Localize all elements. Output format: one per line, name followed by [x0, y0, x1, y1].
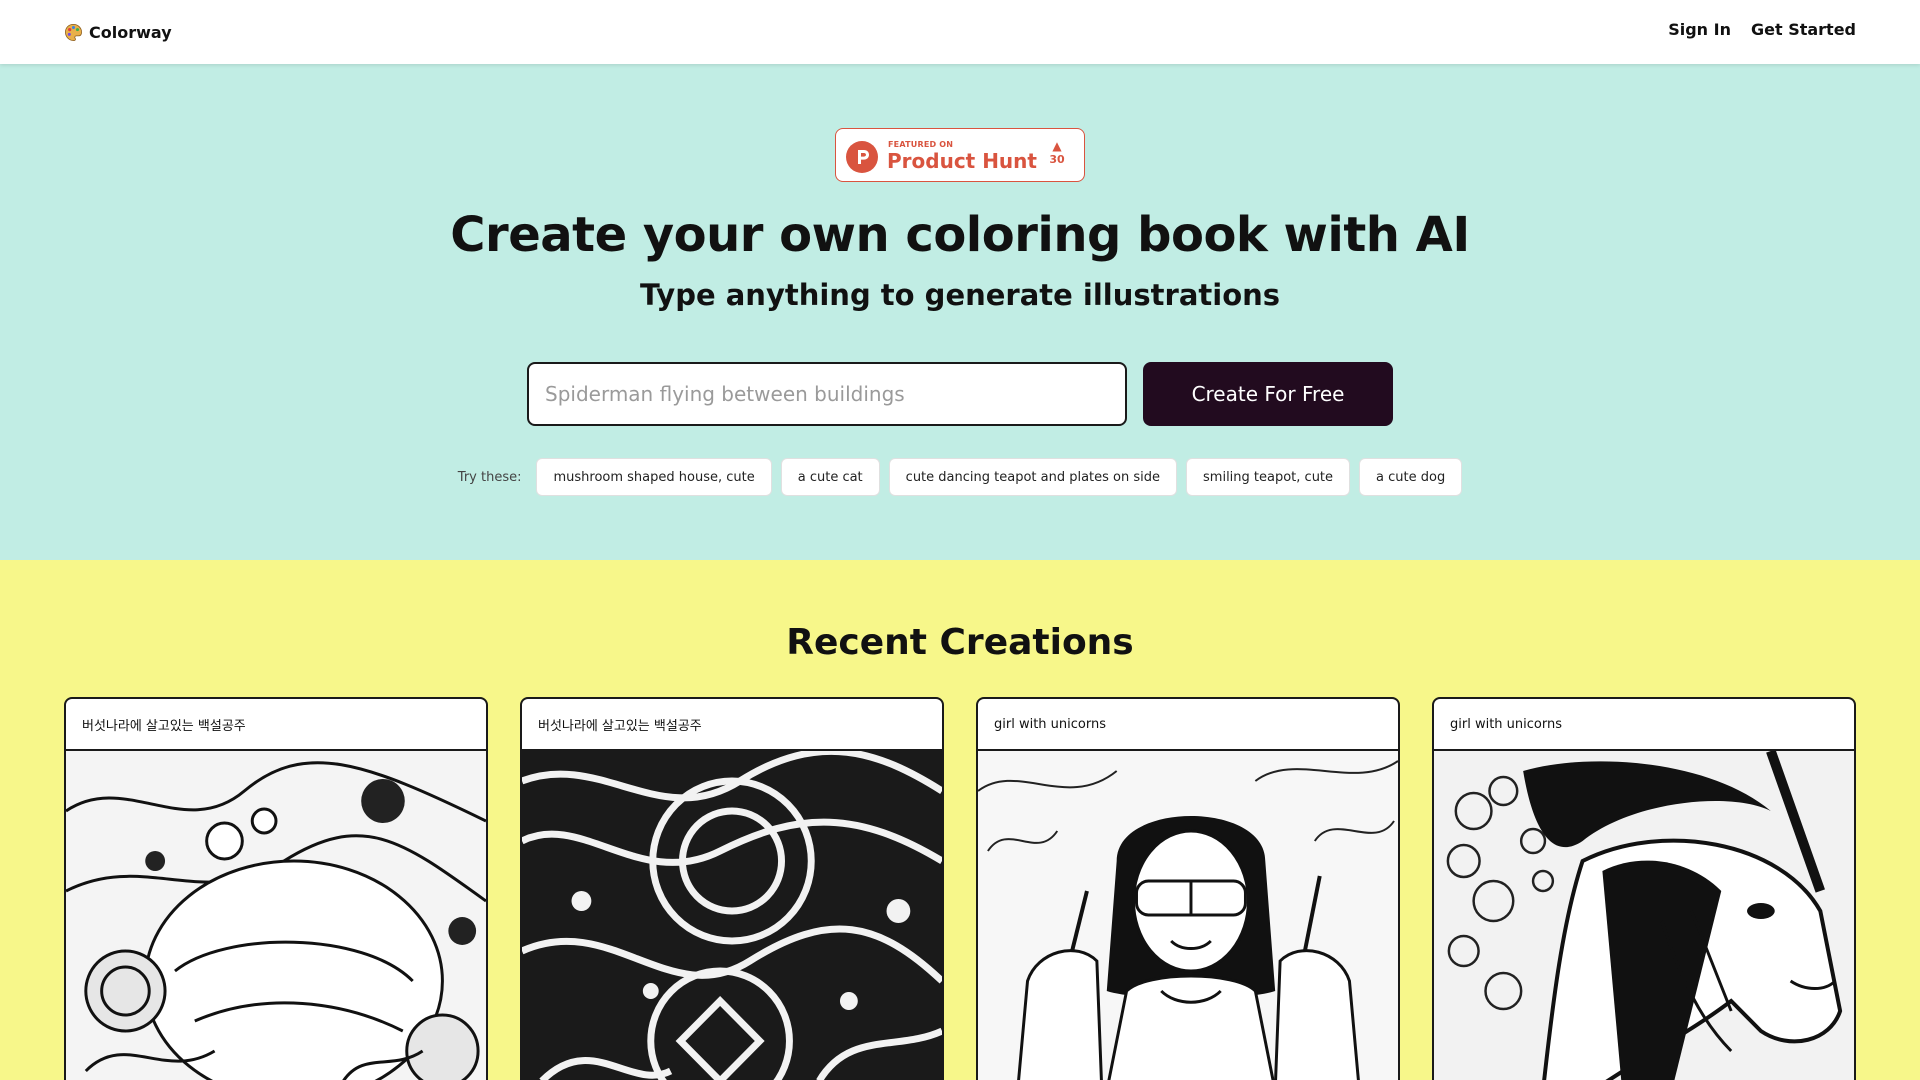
- creation-caption: 버섯나라에 살고있는 백설공주: [66, 699, 486, 751]
- prompt-input[interactable]: [527, 362, 1127, 426]
- creation-card[interactable]: girl with unicorns: [1432, 697, 1856, 1080]
- header-nav: Sign In Get Started: [1668, 20, 1856, 39]
- suggestion-chip[interactable]: mushroom shaped house, cute: [536, 458, 772, 496]
- creation-image: [66, 751, 486, 1080]
- hero-title: Create your own coloring book with AI: [450, 207, 1470, 263]
- suggestion-chip[interactable]: a cute cat: [780, 458, 880, 496]
- suggestion-row: Try these: mushroom shaped house, cute a…: [0, 458, 1920, 496]
- brand-logo[interactable]: Colorway: [64, 20, 172, 44]
- creation-image: [978, 751, 1398, 1080]
- mushroom-forest-illustration: [66, 751, 486, 1080]
- product-hunt-icon: [846, 141, 878, 173]
- upvote-arrow-icon: ▲: [1052, 139, 1062, 153]
- creation-caption: girl with unicorns: [978, 699, 1398, 751]
- suggestion-chip[interactable]: smiling teapot, cute: [1186, 458, 1351, 496]
- creation-card[interactable]: girl with unicorns: [976, 697, 1400, 1080]
- hero-subtitle: Type anything to generate illustrations: [639, 278, 1281, 312]
- get-started-link[interactable]: Get Started: [1751, 20, 1856, 39]
- creation-caption: 버섯나라에 살고있는 백설공주: [522, 699, 942, 751]
- suggestion-chip[interactable]: a cute dog: [1359, 458, 1463, 496]
- hero-section: FEATURED ON Product Hunt ▲ 30 Create you…: [0, 64, 1920, 560]
- creation-image: [522, 751, 942, 1080]
- creation-card[interactable]: 버섯나라에 살고있는 백설공주: [520, 697, 944, 1080]
- vote-count: 30: [1049, 153, 1065, 166]
- product-hunt-badge[interactable]: FEATURED ON Product Hunt ▲ 30: [835, 128, 1085, 182]
- sign-in-link[interactable]: Sign In: [1668, 20, 1731, 39]
- unicorn-head-illustration: [1434, 751, 1854, 1080]
- recent-creations-heading: Recent Creations: [786, 622, 1134, 663]
- girl-unicorns-illustration: [978, 751, 1398, 1080]
- creation-image: [1434, 751, 1854, 1080]
- swirl-pattern-illustration: [522, 751, 942, 1080]
- creation-card[interactable]: 버섯나라에 살고있는 백설공주: [64, 697, 488, 1080]
- suggestion-chip[interactable]: cute dancing teapot and plates on side: [888, 458, 1178, 496]
- badge-product-name: Product Hunt: [887, 149, 1037, 173]
- create-for-free-button[interactable]: Create For Free: [1143, 362, 1393, 426]
- brand-name: Colorway: [89, 22, 172, 42]
- top-navbar: Colorway Sign In Get Started: [0, 0, 1920, 64]
- palette-icon: [65, 23, 82, 41]
- badge-votes: ▲ 30: [1044, 139, 1070, 167]
- badge-featured-text: FEATURED ON: [888, 140, 954, 149]
- try-these-label: Try these:: [457, 469, 522, 485]
- creation-caption: girl with unicorns: [1434, 699, 1854, 751]
